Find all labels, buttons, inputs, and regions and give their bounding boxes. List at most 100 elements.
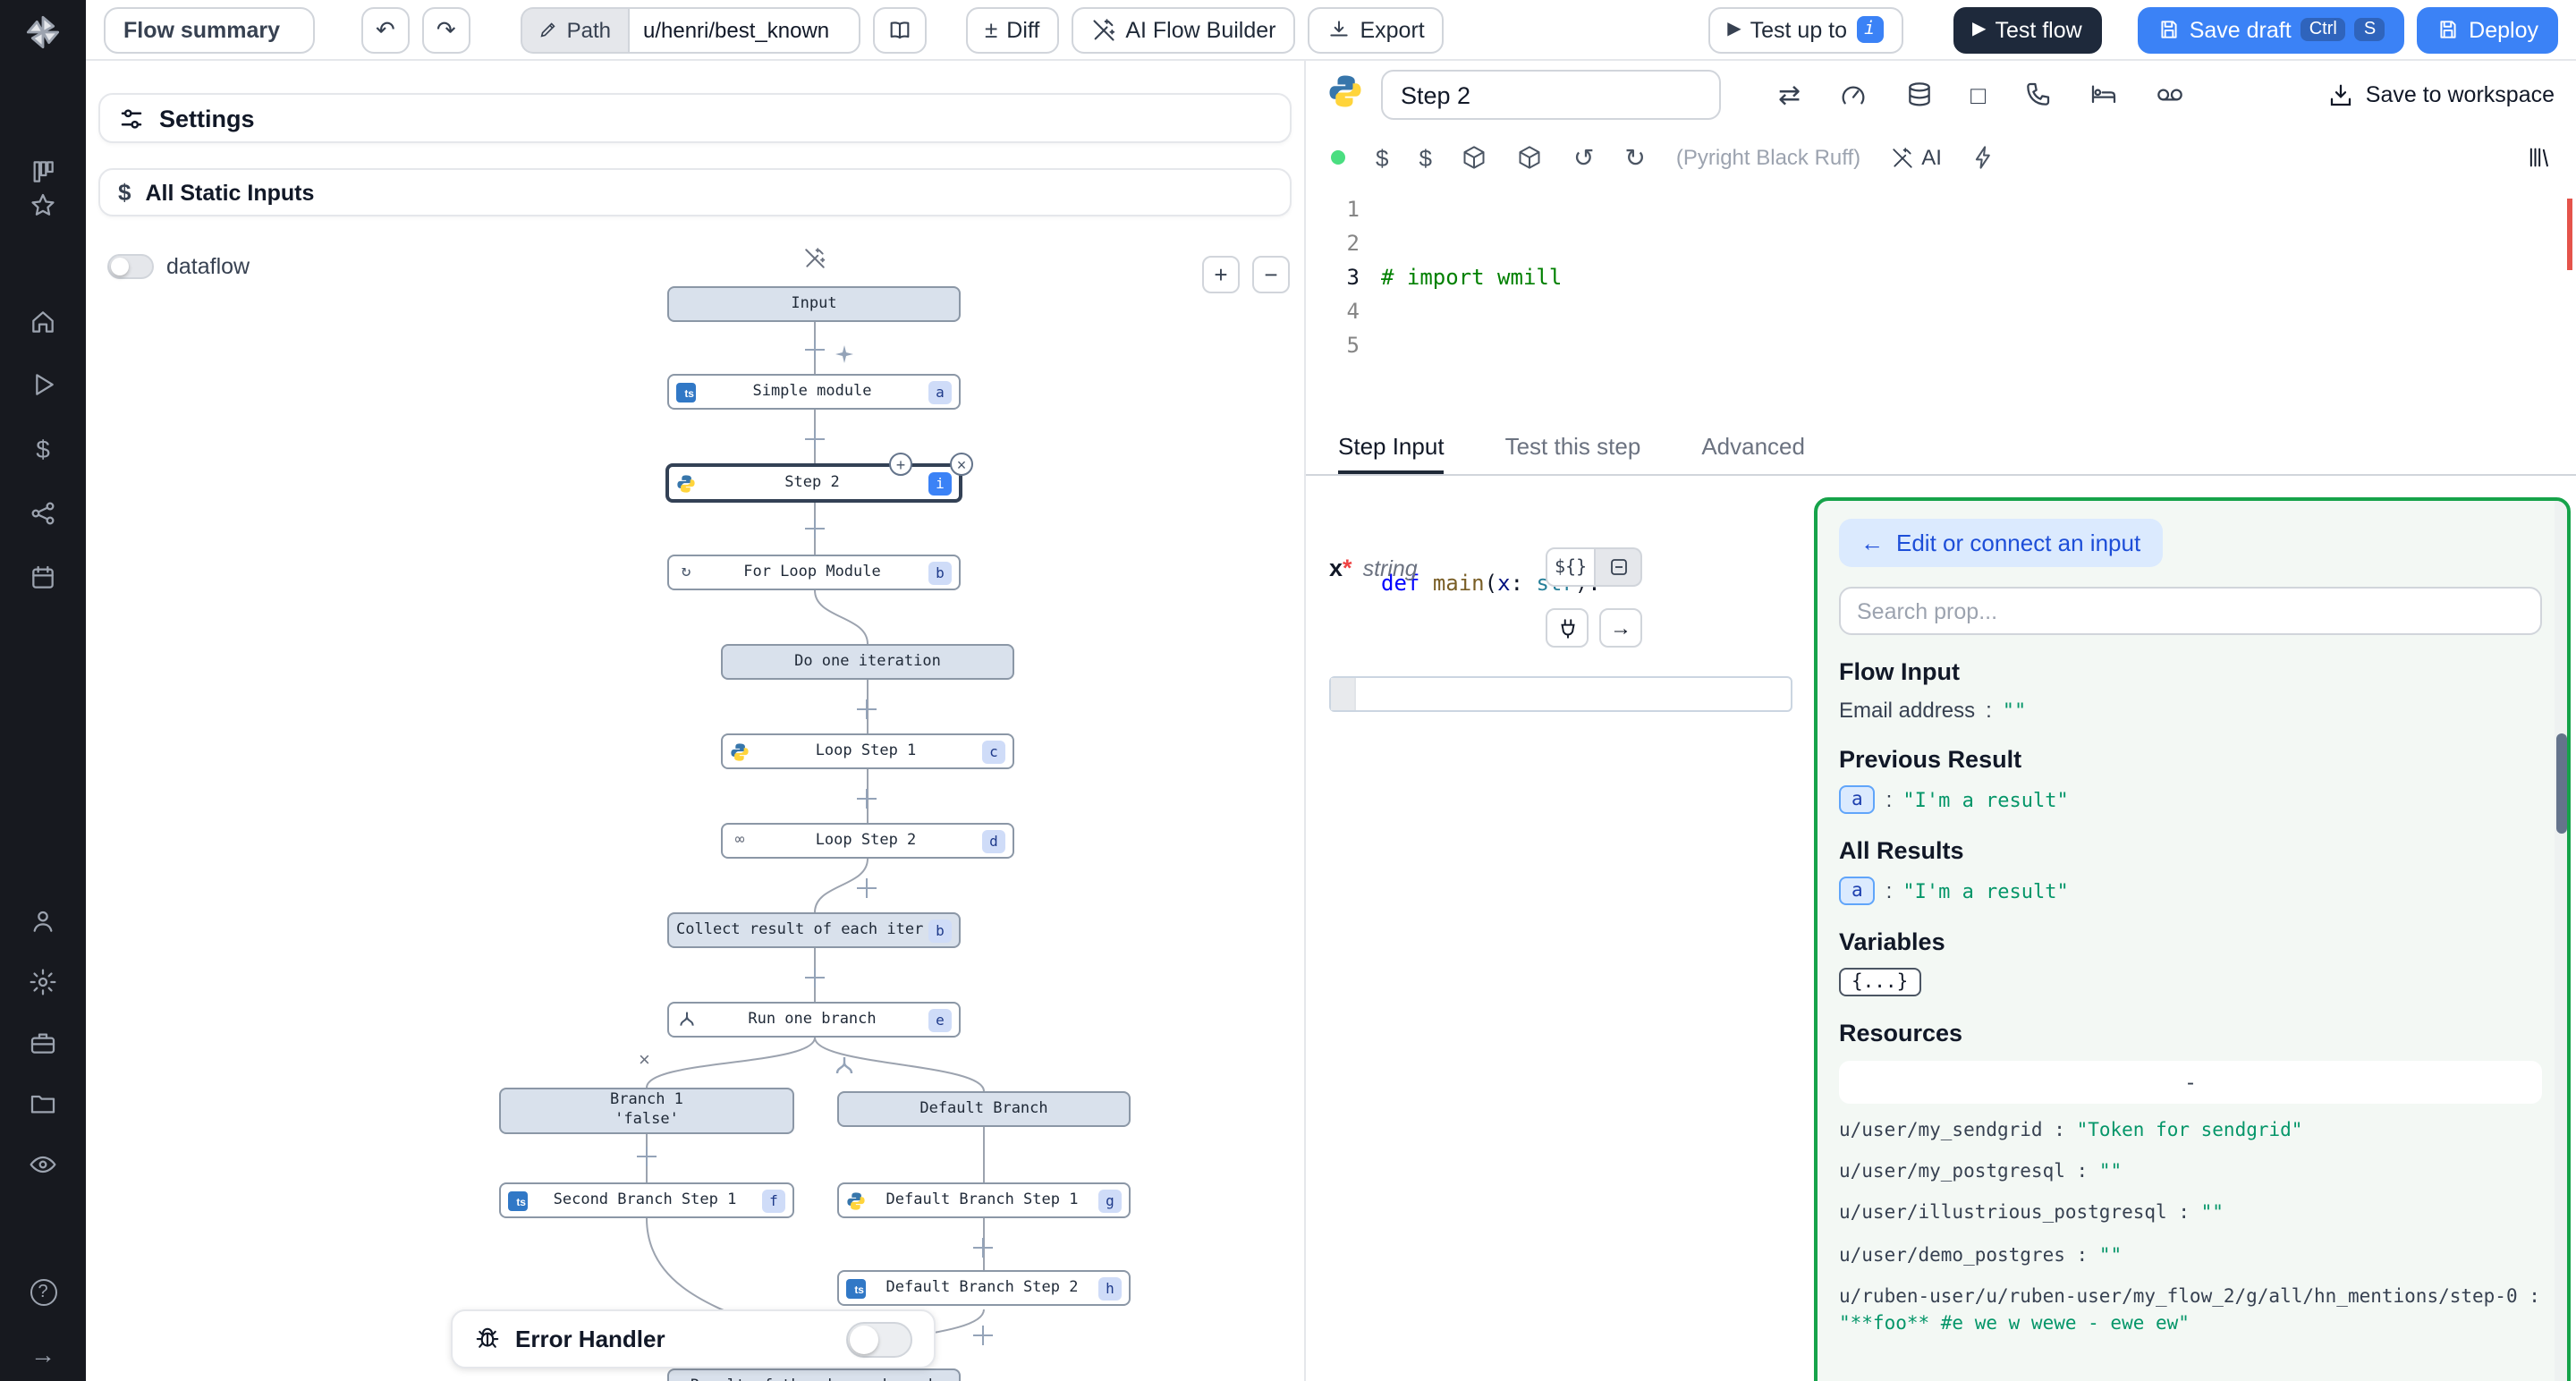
redo-button[interactable]: ↷	[422, 6, 470, 53]
variables-dollar-icon[interactable]: $	[0, 428, 86, 470]
diff-button[interactable]: ± Diff	[965, 6, 1059, 53]
node-default-branch-step-1[interactable]: Default Branch Step 1 g	[837, 1182, 1131, 1218]
insert-step-button[interactable]	[857, 699, 877, 719]
remove-branch-icon[interactable]: ×	[639, 1052, 650, 1072]
deploy-button[interactable]: Deploy	[2417, 6, 2558, 53]
plug-button[interactable]	[1546, 608, 1589, 648]
flow-settings-card[interactable]: Settings	[98, 93, 1292, 143]
help-icon[interactable]: ?	[0, 1270, 86, 1313]
node-for-loop[interactable]: ↻ For Loop Module b	[667, 555, 961, 590]
undo-button[interactable]: ↶	[361, 6, 410, 53]
resource-row[interactable]: u/user/my_sendgrid : "Token for sendgrid…	[1839, 1118, 2542, 1145]
step-id-chip[interactable]: a	[1839, 877, 1876, 905]
collapse-arrow-icon[interactable]: →	[0, 1333, 86, 1376]
zoom-in-button[interactable]: +	[1202, 256, 1240, 293]
resource-row[interactable]: u/ruben-user/u/ruben-user/my_flow_2/g/al…	[1839, 1284, 2542, 1339]
node-loop-step-2[interactable]: ∞ Loop Step 2 d	[721, 823, 1014, 859]
insert-step-button[interactable]	[805, 429, 825, 449]
path-input[interactable]	[627, 6, 860, 53]
save-draft-button[interactable]: Save draft Ctrl S	[2138, 6, 2404, 53]
insert-step-button[interactable]	[973, 1326, 993, 1345]
all-results-row[interactable]: a : "I'm a result"	[1839, 877, 2542, 905]
variables-chip[interactable]: {...}	[1839, 968, 1920, 996]
node-input[interactable]: Input	[667, 286, 961, 322]
phone-icon[interactable]	[2023, 80, 2052, 109]
code-editor[interactable]: 1 2 3 4 5 # import wmill def main(x: str…	[1306, 186, 2576, 422]
arrow-right-button[interactable]: →	[1599, 608, 1642, 648]
step-id-chip[interactable]: a	[1839, 785, 1876, 814]
add-branch-icon[interactable]	[834, 1054, 855, 1086]
add-step-circle-button[interactable]: +	[889, 453, 912, 476]
test-up-to-button[interactable]: ▶ Test up to i	[1707, 6, 1902, 53]
scrollbar-track[interactable]	[2555, 501, 2567, 1381]
voicemail-icon[interactable]	[2156, 80, 2184, 109]
package-icon[interactable]	[1462, 145, 1487, 170]
search-prop-input[interactable]	[1839, 587, 2542, 635]
lightning-icon[interactable]	[1972, 145, 1997, 170]
resource-row[interactable]: u/user/illustrious_postgresql : ""	[1839, 1201, 2542, 1228]
sparkles-icon[interactable]	[835, 340, 853, 372]
previous-result-row[interactable]: a : "I'm a result"	[1839, 785, 2542, 814]
rotate-ccw-icon[interactable]: ↺	[1573, 142, 1594, 173]
flow-input-row[interactable]: Email address : ""	[1839, 698, 2542, 723]
ai-wand-disabled-icon[interactable]	[803, 247, 826, 279]
export-button[interactable]: Export	[1308, 6, 1444, 53]
insert-step-button[interactable]	[805, 968, 825, 987]
schedules-calendar-icon[interactable]	[0, 556, 86, 599]
node-run-one-branch[interactable]: Run one branch e	[667, 1002, 961, 1038]
gear-icon[interactable]	[0, 961, 86, 1004]
resource-row[interactable]: u/user/my_postgresql : ""	[1839, 1159, 2542, 1186]
star-icon[interactable]	[0, 184, 86, 227]
form-editor-toggle-button[interactable]	[1596, 547, 1642, 587]
flow-summary-input[interactable]	[104, 6, 315, 53]
static-inputs-card[interactable]: $ All Static Inputs	[98, 168, 1292, 216]
node-result[interactable]: Result of the chosen branch	[667, 1368, 961, 1381]
gauge-icon[interactable]	[1838, 80, 1867, 109]
docs-button[interactable]	[872, 6, 926, 53]
resource-row[interactable]: u/user/demo_postgres : ""	[1839, 1242, 2542, 1269]
package-icon[interactable]	[1518, 145, 1543, 170]
windmill-logo[interactable]	[0, 11, 86, 54]
zoom-out-button[interactable]: −	[1252, 256, 1290, 293]
dollar-icon[interactable]: $	[1419, 144, 1431, 171]
step-name-input[interactable]	[1381, 70, 1721, 120]
argument-value-input[interactable]	[1329, 676, 1792, 712]
rotate-cw-icon[interactable]: ↻	[1624, 142, 1645, 173]
user-icon[interactable]	[0, 900, 86, 943]
square-icon[interactable]: □	[1970, 80, 1986, 109]
node-simple-module[interactable]: ts Simple module a	[667, 374, 961, 410]
node-branch-1[interactable]: Branch 1 'false'	[499, 1088, 794, 1134]
path-button[interactable]: Path	[521, 6, 627, 53]
insert-step-button[interactable]	[805, 519, 825, 538]
node-default-branch-step-2[interactable]: ts Default Branch Step 2 h	[837, 1270, 1131, 1306]
node-do-one-iteration[interactable]: Do one iteration	[721, 644, 1014, 680]
node-loop-step-1[interactable]: Loop Step 1 c	[721, 733, 1014, 769]
scrollbar-thumb[interactable]	[2555, 733, 2566, 834]
error-handler-toggle[interactable]	[846, 1321, 912, 1357]
ai-flow-builder-button[interactable]: AI Flow Builder	[1072, 6, 1295, 53]
workers-briefcase-icon[interactable]	[0, 1021, 86, 1064]
dataflow-toggle[interactable]	[107, 254, 154, 279]
edit-connect-input-button[interactable]: ← Edit or connect an input	[1839, 519, 2162, 567]
folders-icon[interactable]	[0, 1082, 86, 1125]
home-icon[interactable]	[0, 301, 86, 343]
runs-play-icon[interactable]	[0, 363, 86, 406]
ai-assistant-button[interactable]: AI	[1891, 145, 1942, 170]
dollar-icon[interactable]: $	[1376, 144, 1388, 171]
remove-step-circle-button[interactable]: ×	[950, 453, 973, 476]
node-second-branch-step-1[interactable]: ts Second Branch Step 1 f	[499, 1182, 794, 1218]
insert-step-button[interactable]	[805, 340, 825, 360]
save-to-workspace-button[interactable]: Save to workspace	[2328, 81, 2555, 108]
swap-icon[interactable]: ⇄	[1778, 79, 1801, 111]
expression-toggle-button[interactable]: ${}	[1546, 547, 1596, 587]
sleep-bed-icon[interactable]	[2089, 80, 2118, 109]
variables-row[interactable]: {...}	[1839, 968, 2542, 996]
insert-step-button[interactable]	[857, 789, 877, 809]
insert-step-button[interactable]	[637, 1147, 657, 1166]
node-default-branch[interactable]: Default Branch	[837, 1091, 1131, 1127]
error-handler-card[interactable]: Error Handler	[451, 1309, 936, 1368]
test-flow-button[interactable]: ▶ Test flow	[1953, 6, 2102, 53]
resources-hub-icon[interactable]	[0, 492, 86, 535]
node-step-2[interactable]: Step 2 i	[665, 463, 962, 503]
audit-eye-icon[interactable]	[0, 1143, 86, 1186]
